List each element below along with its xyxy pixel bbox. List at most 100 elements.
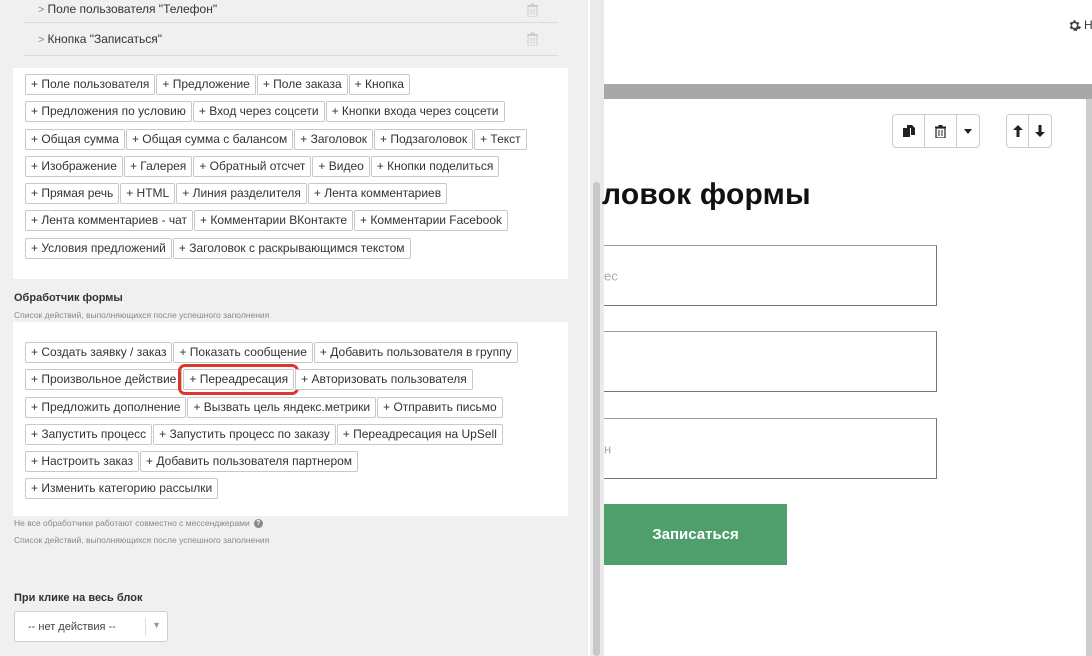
add-field-button[interactable]: + Предложение: [156, 74, 256, 95]
add-handler-button[interactable]: + Показать сообщение: [173, 342, 313, 363]
add-field-button[interactable]: + Прямая речь: [25, 183, 120, 205]
block-toolbar: [892, 114, 980, 148]
add-field-button[interactable]: + Общая сумма с балансом: [125, 128, 294, 150]
left-settings-panel: > Поле пользователя "Телефон" > Кнопка "За…: [0, 0, 588, 656]
add-handler-button[interactable]: + Добавить пользователя партнером: [140, 451, 359, 473]
add-field-buttons: + Поле пользователя + Предложение + Поле з…: [13, 68, 568, 279]
add-field-button[interactable]: + Кнопки входа через соцсети: [325, 101, 505, 123]
handler-note-subtitle: Список действий, выполняющихся после усп…: [14, 535, 270, 545]
handler-section-subtitle: Список действий, выполняющихся после усп…: [14, 310, 270, 320]
add-field-button[interactable]: + Текст: [474, 128, 527, 150]
add-field-row: + Предложения по условию + Вход через соц…: [25, 101, 568, 128]
arrow-up-icon: [1012, 125, 1023, 137]
chevron-down-icon: ▼: [152, 620, 161, 630]
add-field-button[interactable]: + Предложения по условию: [25, 101, 192, 123]
add-field-button[interactable]: + Подзаголовок: [374, 128, 474, 150]
add-handler-row: + Запустить процесс + Запустить процесс п…: [25, 423, 568, 451]
add-field-button[interactable]: + Галерея: [123, 155, 193, 177]
copy-button[interactable]: [893, 115, 925, 147]
gear-icon: [1069, 19, 1081, 31]
chevron-right-icon: >: [38, 34, 45, 46]
add-field-row: + Изображение + Галерея + Обратный отсчет +…: [25, 155, 568, 183]
click-action-select[interactable]: -- нет действия -- ▼: [14, 611, 168, 642]
add-field-button[interactable]: + Обратный отсчет: [193, 155, 312, 177]
help-icon[interactable]: ?: [253, 518, 263, 528]
move-down-button[interactable]: [1029, 115, 1051, 147]
messenger-note: Не все обработчики работают совместно с …: [14, 518, 263, 528]
select-divider: [145, 618, 146, 636]
settings-link-label: Н: [1084, 18, 1092, 32]
add-handler-buttons: + Создать заявку / заказ + Показать сообщ…: [13, 322, 568, 516]
copy-icon: [902, 124, 915, 137]
add-field-button[interactable]: + Комментарии Facebook: [354, 210, 509, 232]
add-field-button[interactable]: + Кнопка: [348, 74, 410, 95]
form-input-3[interactable]: н: [604, 418, 937, 479]
trash-icon: [935, 124, 946, 138]
add-field-button[interactable]: + Изображение: [25, 155, 123, 177]
element-item-button[interactable]: > Кнопка "Записаться": [24, 23, 558, 56]
element-item-label: Поле пользователя "Телефон": [47, 2, 218, 16]
input-placeholder: н: [604, 441, 612, 456]
add-field-button[interactable]: + Лента комментариев - чат: [25, 210, 194, 232]
add-field-button[interactable]: + Условия предложений: [25, 237, 172, 259]
add-field-button[interactable]: + Поле пользователя: [25, 74, 156, 95]
handler-section-title: Обработчик формы: [14, 292, 123, 304]
add-handler-button[interactable]: + Вызвать цель яндекс.метрики: [187, 396, 377, 418]
chevron-right-icon: >: [38, 4, 45, 16]
input-placeholder: ес: [604, 268, 618, 283]
add-field-button[interactable]: + Общая сумма: [25, 128, 125, 150]
add-field-row: + Поле пользователя + Предложение + Поле з…: [25, 74, 568, 101]
add-handler-button[interactable]: + Изменить категорию рассылки: [25, 478, 219, 500]
add-handler-button[interactable]: + Запустить процесс по заказу: [153, 423, 336, 445]
add-handler-button[interactable]: + Отправить письмо: [377, 396, 503, 418]
form-title: ловок формы: [602, 178, 811, 211]
trash-icon[interactable]: [527, 3, 538, 17]
add-handler-button[interactable]: + Авторизовать пользователя: [295, 369, 473, 391]
element-list: > Поле пользователя "Телефон" > Кнопка "За…: [24, 0, 558, 56]
add-field-button[interactable]: + Заголовок: [294, 128, 374, 150]
add-field-row: + Прямая речь + HTML + Линия разделителя + …: [25, 183, 568, 210]
add-handler-button[interactable]: + Настроить заказ: [25, 451, 140, 473]
add-handler-row: + Предложить дополнение + Вызвать цель ян…: [25, 396, 568, 424]
form-input-1[interactable]: ес: [604, 245, 937, 306]
add-field-button[interactable]: + HTML: [120, 183, 176, 205]
move-toolbar: [1006, 114, 1052, 148]
add-field-row: + Общая сумма + Общая сумма с балансом + З…: [25, 128, 568, 156]
add-handler-row: + Произвольное действие + Переадресация + …: [25, 364, 568, 396]
add-field-row: + Лента комментариев - чат + Комментарии …: [25, 210, 568, 237]
trash-icon[interactable]: [527, 32, 538, 46]
add-field-button[interactable]: + Поле заказа: [256, 74, 348, 95]
more-dropdown-button[interactable]: [957, 115, 979, 147]
add-field-button[interactable]: + Вход через соцсети: [192, 101, 325, 123]
add-field-row: + Условия предложений + Заголовок с раскр…: [25, 237, 568, 265]
add-field-button[interactable]: + Заголовок с раскрывающимся текстом: [172, 237, 411, 259]
add-handler-button[interactable]: + Предложить дополнение: [25, 396, 187, 418]
add-field-button[interactable]: + Видео: [312, 155, 370, 177]
caret-down-icon: [964, 128, 972, 134]
settings-link[interactable]: Н: [1068, 18, 1092, 32]
add-handler-row: + Изменить категорию рассылки: [25, 478, 568, 505]
add-field-button[interactable]: + Лента комментариев: [307, 183, 448, 205]
element-item-phone[interactable]: > Поле пользователя "Телефон": [24, 0, 558, 23]
arrow-down-icon: [1035, 125, 1045, 137]
delete-button[interactable]: [925, 115, 957, 147]
scrollbar-thumb[interactable]: [593, 182, 600, 656]
add-handler-button[interactable]: + Произвольное действие: [25, 369, 183, 391]
add-handler-button[interactable]: + Переадресация: [178, 364, 300, 396]
move-up-button[interactable]: [1007, 115, 1029, 147]
add-handler-row: + Настроить заказ + Добавить пользователя…: [25, 451, 568, 478]
add-field-button[interactable]: + Комментарии ВКонтакте: [194, 210, 354, 232]
add-field-button[interactable]: + Линия разделителя: [176, 183, 307, 205]
form-input-2[interactable]: [604, 331, 937, 392]
preview-edge: [1086, 99, 1092, 656]
click-action-value: -- нет действия --: [28, 621, 116, 633]
add-handler-button[interactable]: + Переадресация на UpSell: [336, 423, 503, 445]
add-handler-button[interactable]: + Добавить пользователя в группу: [313, 342, 518, 363]
element-item-label: Кнопка "Записаться": [47, 32, 163, 46]
add-field-button[interactable]: + Кнопки поделиться: [370, 155, 500, 177]
submit-button[interactable]: Записаться: [604, 504, 787, 565]
add-handler-button[interactable]: + Запустить процесс: [25, 423, 153, 445]
add-handler-button[interactable]: + Создать заявку / заказ: [25, 342, 173, 363]
messenger-note-text: Не все обработчики работают совместно с …: [14, 518, 250, 528]
click-block-title: При клике на весь блок: [14, 592, 143, 604]
